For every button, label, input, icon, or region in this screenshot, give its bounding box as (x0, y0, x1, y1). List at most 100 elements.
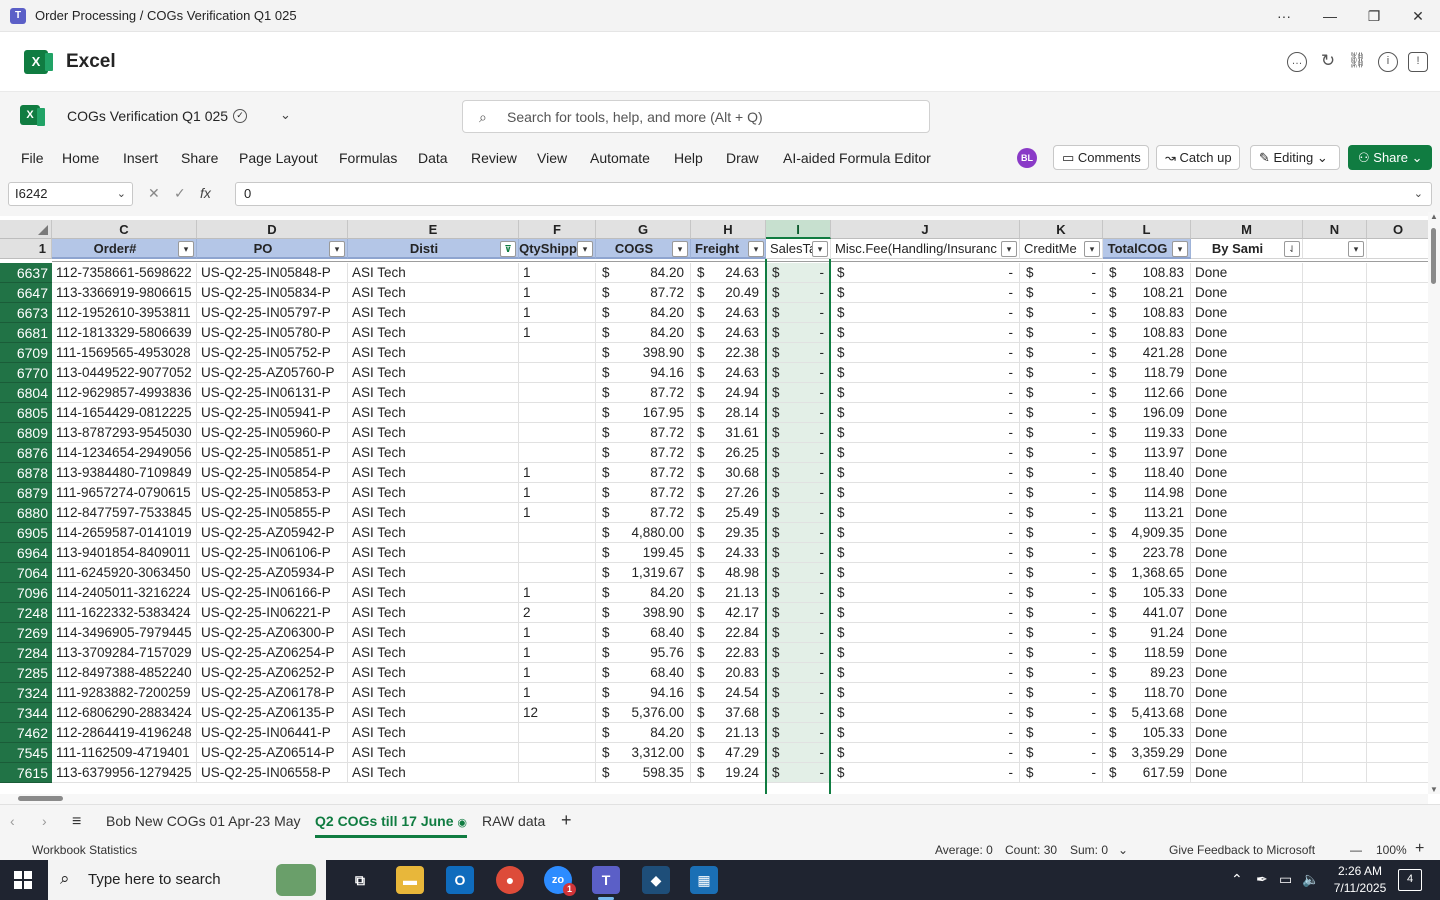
notifications-icon[interactable]: 4 (1398, 869, 1422, 891)
cell-empty[interactable] (1367, 683, 1430, 703)
cell-po[interactable]: US-Q2-25-AZ06178-P (197, 683, 348, 703)
cell-disti[interactable]: ASI Tech (348, 743, 519, 763)
menu-share[interactable]: Share (181, 150, 218, 166)
row-number[interactable]: 7545 (0, 743, 52, 763)
all-sheets-menu-icon[interactable]: ≡ (72, 813, 81, 831)
cell-freight[interactable]: $42.17 (691, 603, 766, 623)
sheet-tab-q2-cogs[interactable]: Q2 COGs till 17 June ◉ (315, 813, 467, 838)
cell-qty[interactable]: 2 (519, 603, 596, 623)
cell-qty[interactable] (519, 763, 596, 783)
cell-credit[interactable]: $ - (1020, 603, 1103, 623)
cell-disti[interactable]: ASI Tech (348, 483, 519, 503)
cell-cogs[interactable]: $398.90 (596, 603, 691, 623)
file-explorer-icon[interactable]: ▬ (396, 866, 424, 894)
cell-cogs[interactable]: $68.40 (596, 623, 691, 643)
cell-total[interactable]: $112.66 (1103, 383, 1191, 403)
filter-dropdown-icon[interactable]: ▾ (812, 241, 828, 257)
cell-misc[interactable]: $ - (831, 643, 1020, 663)
cell-by[interactable]: Done (1191, 643, 1303, 663)
cell-po[interactable]: US-Q2-25-AZ06254-P (197, 643, 348, 663)
cell-credit[interactable]: $ - (1020, 683, 1103, 703)
cell-empty[interactable] (1303, 543, 1367, 563)
cell-freight[interactable]: $30.68 (691, 463, 766, 483)
cell-disti[interactable]: ASI Tech (348, 463, 519, 483)
filter-dropdown-icon[interactable]: ▾ (1172, 241, 1188, 257)
cell-empty[interactable] (1367, 483, 1430, 503)
cell-empty[interactable] (1367, 363, 1430, 383)
cell-order[interactable]: 111-1569565-4953028 (52, 343, 197, 363)
cell-misc[interactable]: $ - (831, 683, 1020, 703)
outlook-icon[interactable]: O (446, 866, 474, 894)
cell-misc[interactable]: $ - (831, 603, 1020, 623)
cell-credit[interactable]: $ - (1020, 543, 1103, 563)
expand-formula-chevron-icon[interactable]: ⌄ (1414, 183, 1423, 205)
cell-tax[interactable]: $ - (766, 503, 831, 523)
menu-home[interactable]: Home (62, 150, 99, 166)
cell-misc[interactable]: $ - (831, 663, 1020, 683)
cell-order[interactable]: 112-8477597-7533845 (52, 503, 197, 523)
cell-po[interactable]: US-Q2-25-IN05855-P (197, 503, 348, 523)
cell-empty[interactable] (1367, 723, 1430, 743)
cell-qty[interactable] (519, 723, 596, 743)
cell-misc[interactable]: $ - (831, 523, 1020, 543)
cell-misc[interactable]: $ - (831, 623, 1020, 643)
cell-qty[interactable] (519, 443, 596, 463)
cell-total[interactable]: $118.70 (1103, 683, 1191, 703)
cell-by[interactable]: Done (1191, 503, 1303, 523)
column-header-h[interactable]: H (691, 220, 766, 239)
saved-status-icon[interactable]: ✓ (233, 109, 247, 123)
cell-by[interactable]: Done (1191, 763, 1303, 783)
cell-total[interactable]: $421.28 (1103, 343, 1191, 363)
cell-disti[interactable]: ASI Tech (348, 683, 519, 703)
cell-cogs[interactable]: $84.20 (596, 303, 691, 323)
cell-cogs[interactable]: $68.40 (596, 663, 691, 683)
prev-sheet-icon[interactable]: ‹ (10, 813, 15, 829)
cell-tax[interactable]: $ - (766, 303, 831, 323)
cell-tax[interactable]: $ - (766, 763, 831, 783)
cell-disti[interactable]: ASI Tech (348, 563, 519, 583)
cell-total[interactable]: $108.83 (1103, 263, 1191, 283)
cell-empty[interactable] (1303, 683, 1367, 703)
cell-credit[interactable]: $ - (1020, 583, 1103, 603)
search-box[interactable]: ⌕ Search for tools, help, and more (Alt … (462, 100, 930, 133)
next-sheet-icon[interactable]: › (42, 813, 47, 829)
cell-misc[interactable]: $ - (831, 743, 1020, 763)
cell-credit[interactable]: $ - (1020, 743, 1103, 763)
row-number[interactable]: 6637 (0, 263, 52, 283)
cell-order[interactable]: 113-6379956-1279425 (52, 763, 197, 783)
menu-view[interactable]: View (537, 150, 567, 166)
cell-cogs[interactable]: $199.45 (596, 543, 691, 563)
cell-qty[interactable] (519, 403, 596, 423)
cell-total[interactable]: $118.59 (1103, 643, 1191, 663)
cell-empty[interactable] (1367, 383, 1430, 403)
row-number[interactable]: 7344 (0, 703, 52, 723)
cell-qty[interactable]: 1 (519, 623, 596, 643)
menu-page-layout[interactable]: Page Layout (239, 150, 318, 166)
cell-tax[interactable]: $ - (766, 583, 831, 603)
cell-qty[interactable]: 1 (519, 683, 596, 703)
cell-order[interactable]: 113-3366919-9806615 (52, 283, 197, 303)
cell-empty[interactable] (1303, 323, 1367, 343)
cell-order[interactable]: 111-9283882-7200259 (52, 683, 197, 703)
network-icon[interactable]: ▭ (1279, 871, 1292, 888)
shield-icon[interactable]: ! (1408, 52, 1428, 72)
cell-by[interactable]: Done (1191, 303, 1303, 323)
more-options-icon[interactable]: ··· (1262, 0, 1306, 32)
cell-cogs[interactable]: $84.20 (596, 323, 691, 343)
cell-tax[interactable]: $ - (766, 363, 831, 383)
cell-disti[interactable]: ASI Tech (348, 363, 519, 383)
cell-disti[interactable]: ASI Tech (348, 343, 519, 363)
cell-freight[interactable]: $22.84 (691, 623, 766, 643)
cell-cogs[interactable]: $94.16 (596, 683, 691, 703)
cell-by[interactable]: Done (1191, 363, 1303, 383)
cell-tax[interactable]: $ - (766, 463, 831, 483)
horizontal-scroll-thumb[interactable] (18, 796, 63, 801)
cell-total[interactable]: $118.79 (1103, 363, 1191, 383)
cell-qty[interactable]: 1 (519, 483, 596, 503)
cell-freight[interactable]: $24.33 (691, 543, 766, 563)
cell-disti[interactable]: ASI Tech (348, 303, 519, 323)
cell-disti[interactable]: ASI Tech (348, 323, 519, 343)
cell-order[interactable]: 111-1162509-4719401 (52, 743, 197, 763)
cell-credit[interactable]: $ - (1020, 503, 1103, 523)
cell-po[interactable]: US-Q2-25-IN06131-P (197, 383, 348, 403)
